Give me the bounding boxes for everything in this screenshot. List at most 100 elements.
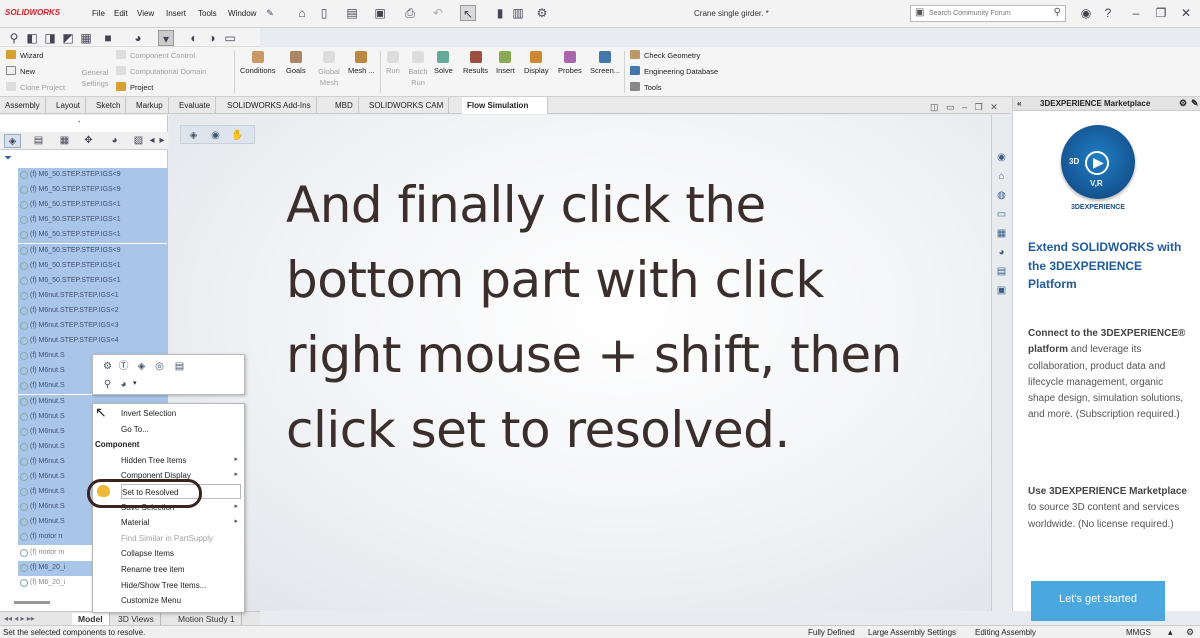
scroll-right-icon[interactable]: ▸ [158,134,166,148]
rebuild-icon[interactable]: ▮ [492,5,508,21]
collapse-icon[interactable]: « [1017,99,1021,108]
component-properties-icon[interactable]: ▤ [173,360,186,373]
dimxpert-tab-icon[interactable]: ✥ [80,134,97,148]
component-icon[interactable]: ▦ [78,30,94,46]
menu-item-material[interactable]: Material ▸ [93,515,244,530]
engineering-database-button[interactable]: Engineering Database [630,66,718,76]
monitor-icon[interactable]: ▭ [222,30,238,46]
tab-model[interactable]: Model [72,613,110,625]
flow-analysis-tab-icon[interactable]: ▧ [130,134,147,148]
view-orientation-icon[interactable]: ◧ [24,30,40,46]
wizard-button[interactable]: Wizard [6,50,43,60]
open-part-icon[interactable]: ◈ [135,360,148,373]
tab-3d-views[interactable]: 3D Views [112,613,161,625]
appearance-icon[interactable]: ◐ [186,30,202,46]
new-project-button[interactable]: New [6,66,35,76]
tree-item[interactable]: (f) M6_50.STEP.STEP.IGS<1 [18,228,168,244]
select-filter-icon[interactable]: ▾ [158,30,174,46]
tree-item[interactable]: (f) M6_50.STEP.STEP.IGS<9 [18,183,168,199]
menu-item-go-to[interactable]: Go To... [93,422,244,437]
tab-scroll-arrows-icon[interactable]: ◂◂ ◂ ▸ ▸▸ [4,614,35,623]
menu-view[interactable]: View [137,9,154,18]
menu-window[interactable]: Window [228,9,256,18]
insert-button[interactable]: Insert [496,51,515,75]
panel-handle-icon[interactable]: • [78,119,88,126]
units-selector[interactable]: MMGS [1126,628,1151,637]
run-button[interactable]: Run [386,51,400,75]
section-view-icon[interactable]: ◨ [42,30,58,46]
property-manager-tab-icon[interactable]: ▤ [30,134,47,148]
options-gear-icon[interactable]: ⚙ [534,5,550,21]
menu-item-hide-show-tree-items[interactable]: Hide/Show Tree Items... [93,578,244,593]
file-properties-icon[interactable]: ▥ [510,5,526,21]
user-icon[interactable]: ◉ [1078,5,1094,21]
3dexperience-globe-icon[interactable]: ◉ [995,151,1008,164]
menu-item-rename-tree-item[interactable]: Rename tree item [93,562,244,577]
goals-button[interactable]: Goals [286,51,306,75]
tree-item[interactable]: (f) M6nut.STEP.STEP.IGS<1 [18,288,168,304]
flow-project-icon[interactable]: ✋ [231,129,244,142]
check-geometry-button[interactable]: Check Geometry [630,50,700,60]
viewport-close-icon[interactable]: ✕ [990,102,998,112]
tab-motion-study[interactable]: Motion Study 1 [172,613,242,625]
tab-mbd[interactable]: MBD [330,97,359,114]
tools-button[interactable]: Tools [630,82,662,92]
tab-solidworks-cam[interactable]: SOLIDWORKS CAM [364,97,450,114]
design-library-icon[interactable]: ◍ [995,189,1008,202]
feature-tree-tab-icon[interactable]: ◈ [4,134,21,148]
menu-item-customize-menu[interactable]: Customize Menu [93,593,244,608]
solve-button[interactable]: Solve [434,51,453,75]
lets-get-started-button[interactable]: Let's get started [1031,581,1165,621]
appearance-dropdown-icon[interactable]: ◕ [117,378,130,391]
status-options-icon[interactable]: ⚙ [1186,627,1194,638]
tree-item[interactable]: (f) M6_50.STEP.STEP.IGS<1 [18,198,168,214]
tree-item[interactable]: (f) M6nut.STEP.STEP.IGS<4 [18,334,168,350]
menu-file[interactable]: File [92,9,105,18]
file-explorer-icon[interactable]: ▭ [995,208,1008,221]
tree-item[interactable]: (f) M6_50.STEP.STEP.IGS<1 [18,213,168,229]
computational-domain-button[interactable]: Computational Domain [116,66,206,76]
probes-button[interactable]: Probes [558,51,582,75]
units-arrow-icon[interactable]: ▴ [1168,627,1173,638]
dropdown-arrow-icon[interactable]: ▾ [133,379,137,387]
tree-item[interactable]: (f) M6_50.STEP.STEP.IGS<1 [18,273,168,289]
flow-results-icon[interactable]: ◉ [209,129,222,142]
tree-item[interactable]: (f) M6nut.STEP.STEP.IGS<3 [18,319,168,334]
menu-item-collapse-items[interactable]: Collapse Items [93,546,244,561]
tab-solidworks-add-ins[interactable]: SOLIDWORKS Add-Ins [222,97,317,114]
tab-sketch[interactable]: Sketch [91,97,127,114]
project-button[interactable]: Project [116,82,153,92]
tab-flow-simulation[interactable]: Flow Simulation [462,97,548,114]
new-document-icon[interactable]: ▯ [316,5,332,21]
3d-sketch-icon[interactable]: ◩ [60,30,76,46]
search-commands-icon[interactable]: ⚲ [6,30,22,46]
marketplace-pin-icon[interactable]: ✎ [1191,98,1199,109]
restore-icon[interactable]: ❐ [1153,5,1169,21]
print-icon[interactable]: ⎙ [402,5,418,21]
global-mesh-button[interactable]: Global Mesh [316,51,342,88]
close-icon[interactable]: ✕ [1178,5,1194,21]
menu-insert[interactable]: Insert [166,9,186,18]
undo-icon[interactable]: ↶ [430,5,446,21]
tree-item[interactable]: (f) M6_50.STEP.STEP.IGS<9 [18,243,168,259]
menu-edit[interactable]: Edit [114,9,128,18]
flexible-icon[interactable]: ⚙ [101,360,114,373]
scene-icon[interactable]: ◑ [204,30,220,46]
viewport-minimize-icon[interactable]: – [962,102,967,112]
tab-markup[interactable]: Markup [131,97,169,114]
open-icon[interactable]: ▤ [344,5,360,21]
forum-icon[interactable]: ▣ [995,284,1008,297]
filter-icon[interactable]: ⏷ [4,153,12,164]
float-icon[interactable]: Ⓣ [117,360,130,373]
results-button[interactable]: Results [463,51,488,75]
viewport-restore-icon[interactable]: ❐ [975,102,983,112]
large-assembly-settings[interactable]: Large Assembly Settings [868,628,956,637]
configuration-tab-icon[interactable]: ▦ [56,134,73,148]
general-settings-button[interactable]: General Settings [80,67,110,89]
save-icon[interactable]: ▣ [372,5,388,21]
tile-icon[interactable]: ◫ [930,102,939,112]
hide-show-icon[interactable]: ◕ [130,30,146,46]
horizontal-scrollbar[interactable] [14,601,50,604]
custom-properties-icon[interactable]: ▤ [995,265,1008,278]
component-control-button[interactable]: Component Control [116,50,195,60]
